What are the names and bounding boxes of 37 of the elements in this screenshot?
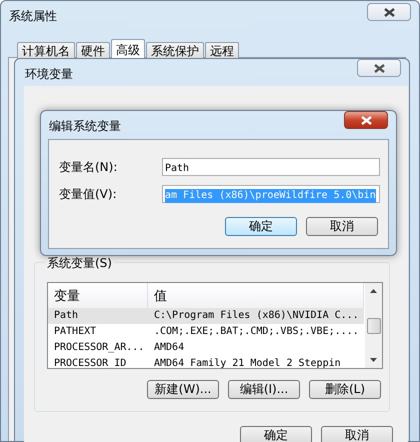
- dialog-button[interactable]: 确定: [225, 217, 297, 236]
- close-button[interactable]: [367, 3, 411, 21]
- table-cell-text: .COM;.EXE;.BAT;.CMD;.VBS;.VBE;....: [153, 325, 360, 339]
- close-icon: [360, 116, 372, 124]
- table-cell-text: C:\Program Files (x86)\NVIDIA C...: [153, 309, 360, 323]
- dialog-button[interactable]: 取消: [306, 217, 378, 236]
- scroll-thumb[interactable]: [366, 318, 380, 334]
- scroll-up-icon[interactable]: [370, 289, 377, 293]
- table-cell-text: Path: [53, 309, 80, 323]
- dialog-title: 环境变量: [25, 66, 73, 83]
- action-button[interactable]: 删除(L): [309, 380, 381, 399]
- close-button[interactable]: [357, 59, 401, 77]
- dialog-button[interactable]: 确定: [240, 426, 312, 442]
- table-row[interactable]: PROCESSOR_AR... AMD64: [48, 340, 364, 356]
- table-cell-text: PROCESSOR_ID: [53, 357, 128, 368]
- table-row[interactable]: Path C:\Program Files (x86)\NVIDIA C...: [48, 308, 364, 324]
- table-row[interactable]: PROCESSOR_ID AMD64 Family 21 Model 2 Steppin: [48, 356, 364, 368]
- close-button[interactable]: [344, 111, 388, 129]
- field-label: 变量名(N):: [59, 159, 118, 176]
- dialog-button[interactable]: 取消: [321, 426, 393, 442]
- close-icon: [374, 64, 384, 72]
- dialog-title: 编辑系统变量: [49, 118, 121, 135]
- table-cell-text: PROCESSOR_AR...: [53, 341, 146, 355]
- action-button[interactable]: 新建(W)...: [147, 380, 219, 399]
- field-label: 变量值(V):: [59, 186, 117, 203]
- table-row[interactable]: PATHEXT .COM;.EXE;.BAT;.CMD;.VBS;.VBE;....: [48, 324, 364, 340]
- scroll-down-icon[interactable]: [370, 358, 377, 362]
- table-cell-text: AMD64 Family 21 Model 2 Steppin: [153, 357, 342, 368]
- scrollbar[interactable]: [365, 283, 382, 368]
- tab[interactable]: 高级: [111, 39, 145, 60]
- close-icon: [384, 8, 394, 16]
- group-label: 系统变量(S): [45, 255, 114, 272]
- table-cell-text: PATHEXT: [53, 325, 98, 339]
- table-cell-text: AMD64: [153, 341, 186, 355]
- window-title: 系统属性: [9, 8, 57, 25]
- action-button[interactable]: 编辑(I)...: [228, 380, 300, 399]
- input-field[interactable]: Path: [162, 158, 380, 176]
